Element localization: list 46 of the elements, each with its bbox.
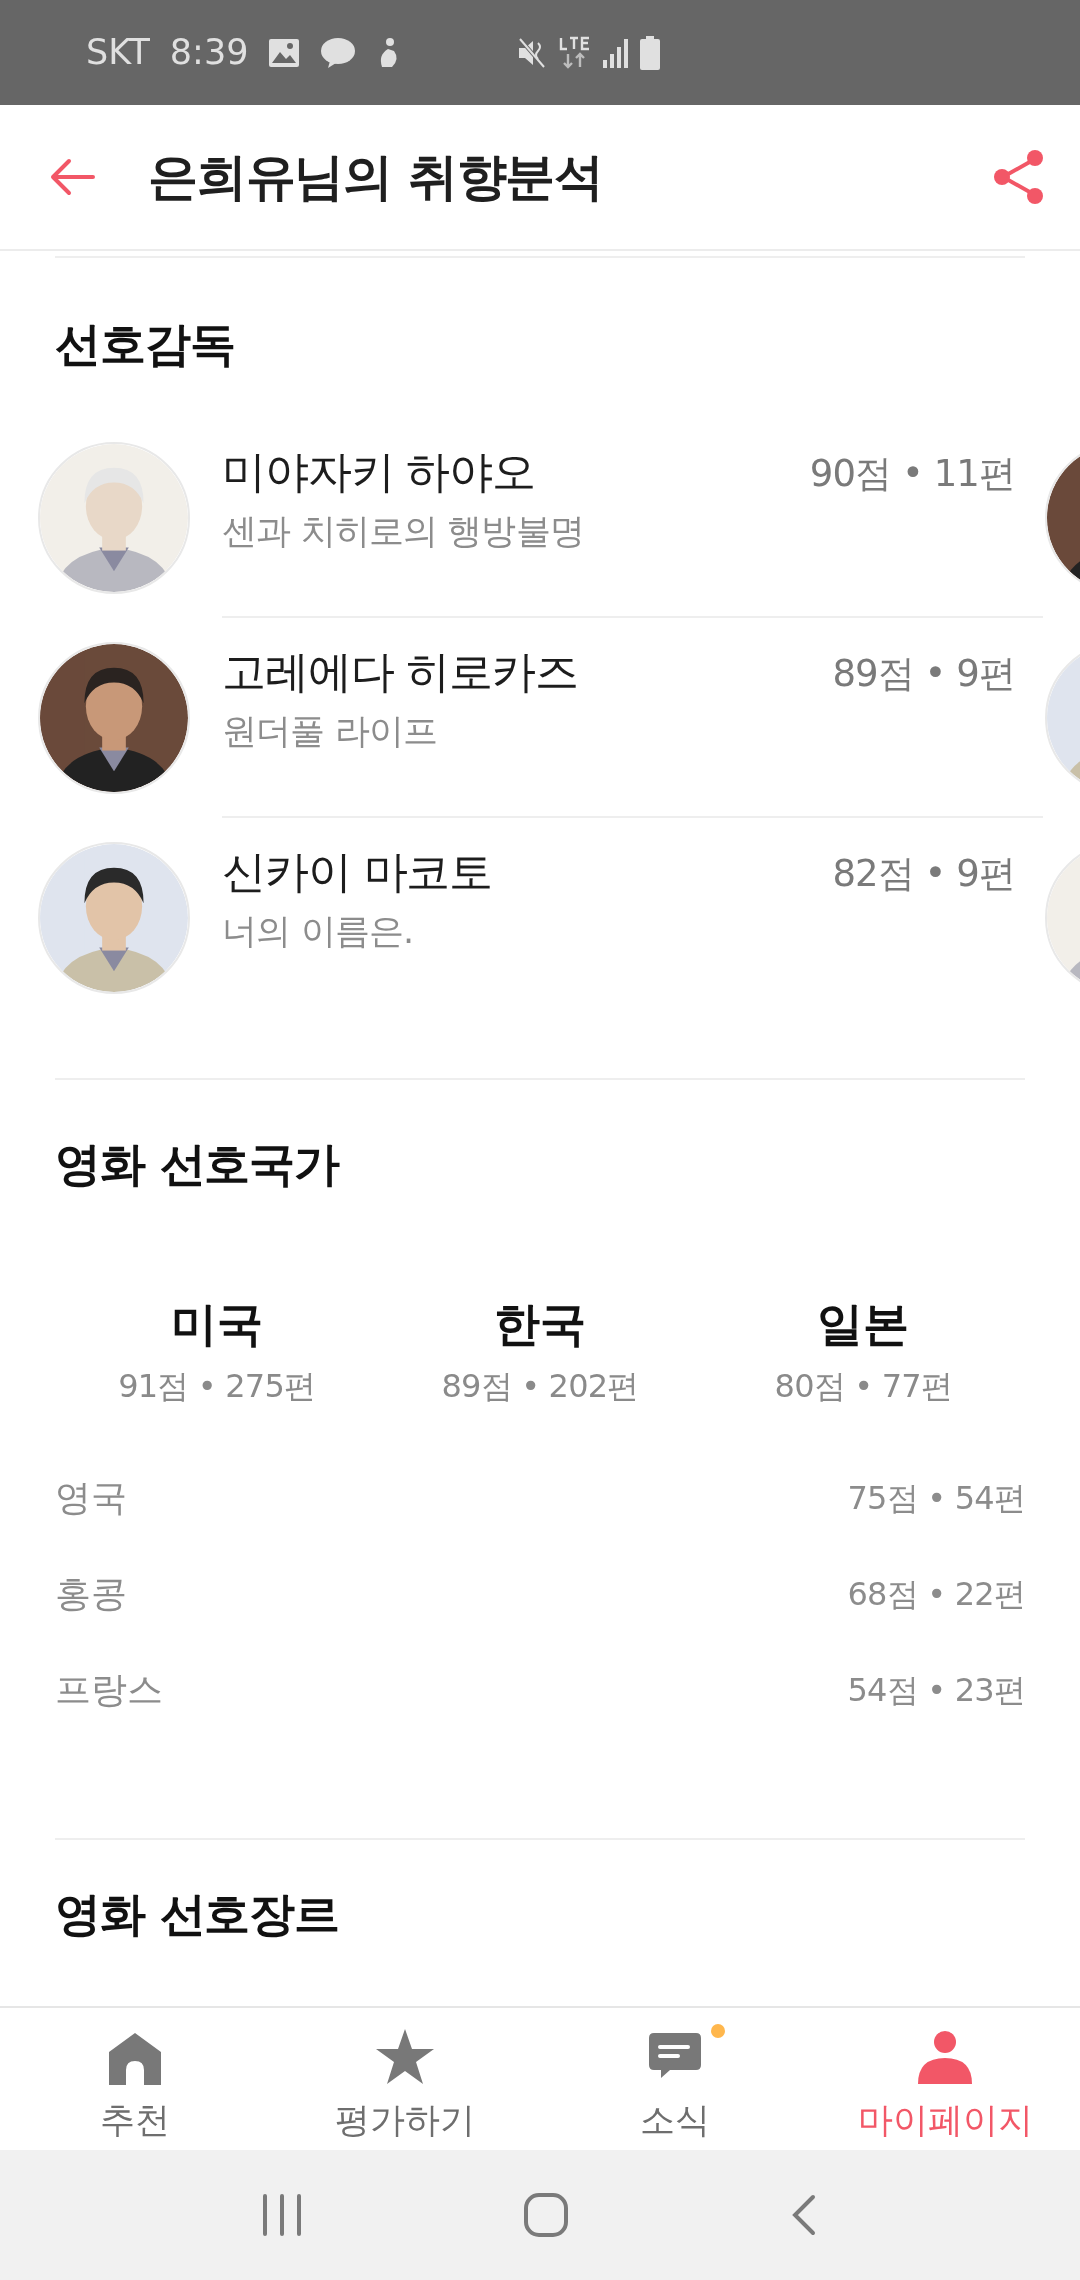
lte-icon	[558, 35, 592, 70]
home-icon	[107, 2032, 163, 2086]
nav-tab[interactable]: 평가하기	[270, 2008, 540, 2150]
country-name: 일본	[817, 1296, 910, 1353]
recent-apps-button[interactable]	[260, 2194, 303, 2236]
country-name: 프랑스	[55, 1668, 163, 1712]
mute-icon	[516, 36, 548, 69]
director-name: 미야자키 하야오	[222, 445, 537, 499]
country-score: 54점 • 23편	[847, 1670, 1025, 1711]
battery-icon	[640, 35, 660, 70]
carrier-name: SKT	[86, 31, 150, 75]
section-heading: 영화 선호국가	[54, 1136, 341, 1193]
back-arrow-icon	[49, 157, 97, 197]
film-title: 원더풀 라이프	[222, 710, 438, 753]
image-icon	[268, 37, 301, 68]
nav-tab[interactable]: 소식	[540, 2008, 810, 2150]
country-score: 75점 • 54편	[847, 1478, 1025, 1519]
nav-tab[interactable]: 마이페이지	[810, 2008, 1080, 2150]
home-outline-icon	[524, 2193, 568, 2237]
person-icon	[917, 2030, 973, 2086]
share-icon	[993, 149, 1045, 205]
star-icon	[375, 2028, 435, 2086]
director-name: 신카이 마코토	[222, 845, 494, 899]
film-title: 센과 치히로의 행방불명	[222, 510, 585, 553]
page-title: 은희유님의 취향분석	[148, 146, 603, 208]
home-button[interactable]	[524, 2193, 568, 2237]
country-name: 한국	[494, 1296, 586, 1353]
country-name: 홍콩	[55, 1572, 127, 1616]
country-score: 68점 • 22편	[847, 1574, 1025, 1615]
country-name: 영국	[55, 1476, 127, 1520]
section-heading: 선호감독	[54, 316, 236, 373]
signal-icon	[602, 37, 630, 68]
clock-time: 8:39	[169, 31, 249, 75]
director-score: 89점 • 9편	[832, 651, 1016, 697]
country-score: 89점 • 202편	[441, 1366, 639, 1407]
chat-bubble-icon	[320, 36, 357, 69]
director-score: 90점 • 11편	[809, 451, 1016, 497]
country-score: 91점 • 275편	[118, 1366, 316, 1407]
section-heading: 영화 선호장르	[54, 1886, 340, 1943]
recent-apps-icon	[260, 2194, 303, 2236]
director-score: 82점 • 9편	[832, 851, 1016, 897]
nav-tab[interactable]: 추천	[0, 2008, 270, 2150]
country-score: 80점 • 77편	[774, 1366, 953, 1407]
film-title: 너의 이름은.	[222, 910, 415, 953]
director-name: 고레에다 히로카즈	[222, 645, 580, 699]
country-name: 미국	[170, 1296, 263, 1353]
